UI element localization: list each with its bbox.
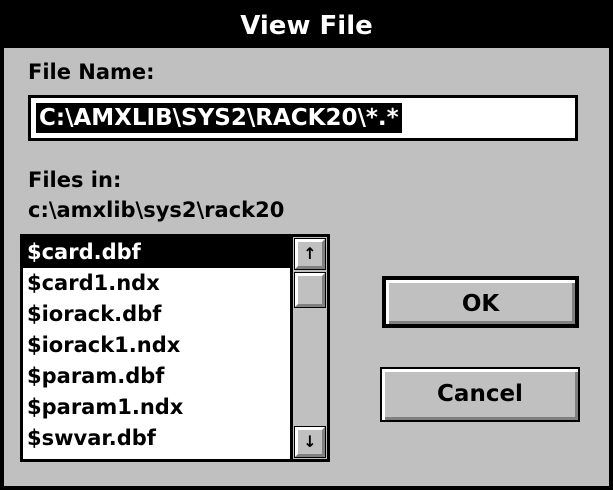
scroll-thumb[interactable] xyxy=(294,272,326,308)
file-name-input[interactable]: C:\AMXLIB\SYS2\RACK20\*.* xyxy=(28,95,578,141)
list-item[interactable]: $swvar.dbf xyxy=(23,423,290,454)
file-name-value: C:\AMXLIB\SYS2\RACK20\*.* xyxy=(36,103,402,133)
file-list[interactable]: $card.dbf $card1.ndx $iorack.dbf $iorack… xyxy=(20,234,330,462)
current-directory-path: c:\amxlib\sys2\rack20 xyxy=(28,198,285,222)
list-item[interactable]: $card.dbf xyxy=(23,237,290,268)
file-list-items: $card.dbf $card1.ndx $iorack.dbf $iorack… xyxy=(23,237,290,459)
list-item[interactable]: $iorack.dbf xyxy=(23,299,290,330)
list-item[interactable]: $param1.ndx xyxy=(23,392,290,423)
title-bar[interactable]: View File xyxy=(4,4,609,48)
files-in-label: Files in: xyxy=(28,168,122,192)
window-title: View File xyxy=(240,11,373,41)
arrow-down-icon: ↓ xyxy=(303,432,317,451)
file-list-scrollbar[interactable]: ↑ ↓ xyxy=(290,237,327,459)
scroll-down-button[interactable]: ↓ xyxy=(294,426,326,458)
list-item[interactable]: $param.dbf xyxy=(23,361,290,392)
list-item[interactable]: $iorack1.ndx xyxy=(23,330,290,361)
arrow-up-icon: ↑ xyxy=(303,244,317,263)
scroll-up-button[interactable]: ↑ xyxy=(294,238,326,270)
cancel-button[interactable]: Cancel xyxy=(380,367,580,422)
view-file-dialog: View File File Name: C:\AMXLIB\SYS2\RACK… xyxy=(0,0,613,490)
list-item[interactable]: $card1.ndx xyxy=(23,268,290,299)
ok-button[interactable]: OK xyxy=(382,276,579,328)
file-name-label: File Name: xyxy=(28,60,155,84)
